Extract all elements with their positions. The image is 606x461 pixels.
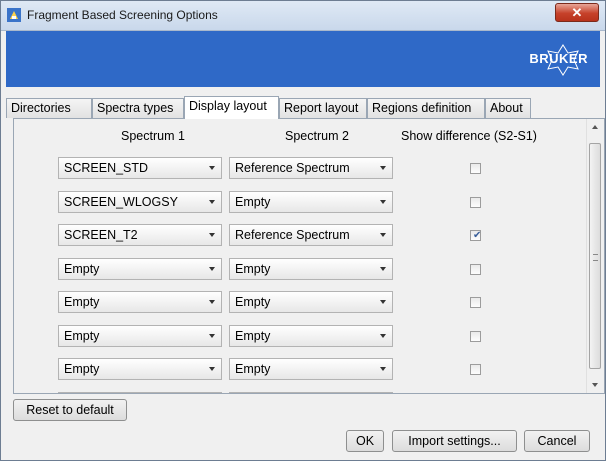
scroll-up-icon[interactable] (592, 125, 598, 129)
select-value: SCREEN_T2 (64, 228, 138, 242)
chevron-down-icon (209, 200, 215, 204)
select-value: Reference Spectrum (235, 228, 350, 242)
select-value: SCREEN_WLOGSY (64, 195, 178, 209)
spectrum-2-select[interactable]: Empty (229, 358, 393, 380)
header-spectrum-2: Spectrum 2 (285, 129, 349, 143)
select-value: Empty (64, 329, 100, 343)
spectrum-1-select[interactable]: Empty (58, 258, 222, 280)
select-value: Empty (64, 262, 100, 276)
spectrum-1-select[interactable]: SCREEN_STD (58, 157, 222, 179)
header-show-difference: Show difference (S2-S1) (401, 129, 537, 143)
reset-to-default-button[interactable]: Reset to default (13, 399, 127, 421)
window-title: Fragment Based Screening Options (27, 8, 218, 22)
tab-directories[interactable]: Directories (6, 98, 92, 118)
checkmark-icon: ✔ (473, 230, 482, 241)
chevron-down-icon (380, 200, 386, 204)
chevron-down-icon (209, 233, 215, 237)
spectrum-1-select[interactable]: Empty (58, 325, 222, 347)
tab-label: Regions definition (372, 101, 472, 115)
show-difference-checkbox[interactable] (470, 197, 481, 208)
show-difference-checkbox[interactable] (470, 297, 481, 308)
spectrum-2-select[interactable]: Empty (229, 392, 393, 393)
import-settings-button[interactable]: Import settings... (392, 430, 517, 452)
header-spectrum-1: Spectrum 1 (121, 129, 185, 143)
tab-label: Directories (11, 101, 71, 115)
spectrum-2-select[interactable]: Empty (229, 325, 393, 347)
tab-regions-definition[interactable]: Regions definition (367, 98, 485, 118)
chevron-down-icon (380, 166, 386, 170)
select-value: Empty (64, 362, 100, 376)
select-value: Empty (235, 262, 271, 276)
show-difference-checkbox[interactable] (470, 163, 481, 174)
ok-button[interactable]: OK (346, 430, 384, 452)
grip-icon (593, 254, 598, 261)
tab-report-layout[interactable]: Report layout (279, 98, 367, 118)
select-value: SCREEN_STD (64, 161, 149, 175)
cancel-button[interactable]: Cancel (524, 430, 590, 452)
select-value: Empty (235, 362, 271, 376)
app-icon (7, 8, 21, 22)
chevron-down-icon (209, 267, 215, 271)
chevron-down-icon (209, 300, 215, 304)
close-button[interactable]: ✕ (555, 3, 599, 22)
tab-label: About (490, 101, 523, 115)
spectrum-2-select[interactable]: Empty (229, 191, 393, 213)
select-value: Empty (235, 195, 271, 209)
spectrum-1-select[interactable]: SCREEN_WLOGSY (58, 191, 222, 213)
scroll-down-icon[interactable] (592, 383, 598, 387)
select-value: Empty (235, 329, 271, 343)
select-value: Reference Spectrum (235, 161, 350, 175)
spectrum-1-select[interactable]: Empty (58, 291, 222, 313)
spectrum-1-select[interactable]: Empty (58, 392, 222, 393)
chevron-down-icon (380, 300, 386, 304)
spectrum-2-select[interactable]: Reference Spectrum (229, 157, 393, 179)
chevron-down-icon (380, 233, 386, 237)
show-difference-checkbox[interactable] (470, 264, 481, 275)
vertical-scrollbar[interactable] (586, 119, 604, 393)
chevron-down-icon (209, 367, 215, 371)
tab-display-layout[interactable]: Display layout (184, 96, 279, 119)
close-icon: ✕ (571, 5, 583, 20)
chevron-down-icon (380, 267, 386, 271)
select-value: Empty (235, 295, 271, 309)
chevron-down-icon (209, 334, 215, 338)
options-window: Fragment Based Screening Options ✕ BRUKE… (0, 0, 606, 461)
title-bar[interactable]: Fragment Based Screening Options ✕ (1, 1, 605, 31)
spectrum-1-select[interactable]: SCREEN_T2 (58, 224, 222, 246)
tab-spectra-types[interactable]: Spectra types (92, 98, 184, 118)
select-value: Empty (64, 295, 100, 309)
display-layout-panel: Spectrum 1 Spectrum 2 Show difference (S… (13, 118, 605, 394)
tab-label: Report layout (284, 101, 359, 115)
chevron-down-icon (209, 166, 215, 170)
spectrum-1-select[interactable]: Empty (58, 358, 222, 380)
show-difference-checkbox[interactable]: ✔ (470, 230, 481, 241)
chevron-down-icon (380, 367, 386, 371)
tab-label: Display layout (189, 99, 267, 113)
scroll-thumb[interactable] (589, 143, 601, 369)
spectrum-2-select[interactable]: Empty (229, 258, 393, 280)
bruker-logo-text: BRUKER (529, 51, 588, 66)
tab-about[interactable]: About (485, 98, 531, 118)
show-difference-checkbox[interactable] (470, 364, 481, 375)
spectrum-2-select[interactable]: Reference Spectrum (229, 224, 393, 246)
bruker-banner: BRUKER (6, 31, 600, 87)
spectrum-2-select[interactable]: Empty (229, 291, 393, 313)
chevron-down-icon (380, 334, 386, 338)
tab-label: Spectra types (97, 101, 174, 115)
show-difference-checkbox[interactable] (470, 331, 481, 342)
